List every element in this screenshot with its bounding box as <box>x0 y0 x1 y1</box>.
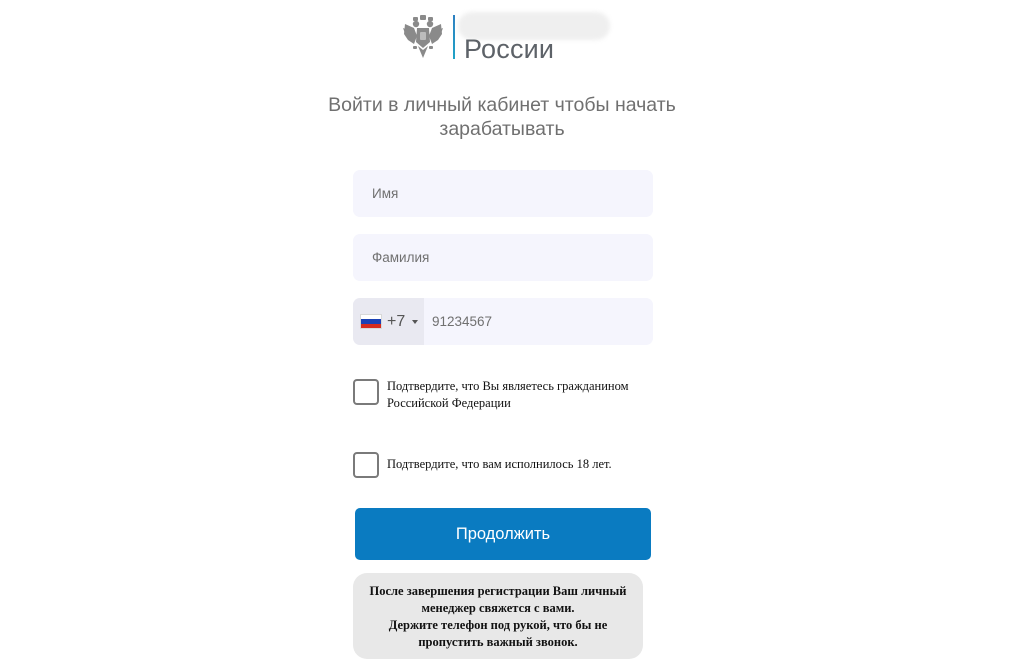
phone-input[interactable] <box>430 313 653 330</box>
phone-field[interactable]: +7 <box>353 298 653 345</box>
last-name-field[interactable] <box>353 234 653 281</box>
age-confirmation: Подтвердите, что вам исполнилось 18 лет. <box>353 452 657 478</box>
age-checkbox[interactable] <box>353 452 379 478</box>
citizen-confirmation: Подтвердите, что Вы являетесь гражданино… <box>353 379 657 412</box>
note-line-1: После завершения регистрации Ваш личный <box>369 584 627 598</box>
registration-note: После завершения регистрации Ваш личный … <box>353 573 643 659</box>
note-line-3: Держите телефон под рукой, что бы не <box>388 618 608 632</box>
citizen-checkbox[interactable] <box>353 379 379 405</box>
russia-flag-icon <box>361 315 381 328</box>
heading-line-2: зарабатывать <box>439 118 565 140</box>
citizen-checkbox-label: Подтвердите, что Вы являетесь гражданино… <box>387 379 629 410</box>
site-logo[interactable]: России <box>402 12 612 66</box>
note-line-4: пропустить важный звонок. <box>418 635 578 649</box>
dial-code: +7 <box>387 312 406 330</box>
logo-text: России <box>464 34 555 64</box>
country-code-select[interactable]: +7 <box>353 298 424 345</box>
phone-input-wrapper[interactable] <box>424 298 653 345</box>
age-checkbox-label: Подтвердите, что вам исполнилось 18 лет. <box>387 457 612 471</box>
first-name-field[interactable] <box>353 170 653 217</box>
first-name-input[interactable] <box>370 185 636 202</box>
last-name-input[interactable] <box>370 249 636 266</box>
logo-divider <box>453 15 455 59</box>
note-line-2: менеджер свяжется с вами. <box>421 601 575 615</box>
registration-page: России Войти в личный кабинет чтобы нача… <box>0 0 1014 672</box>
double-headed-eagle-icon <box>402 14 444 60</box>
heading-line-1: Войти в личный кабинет чтобы начать <box>328 94 676 116</box>
continue-button[interactable]: Продолжить <box>355 508 651 560</box>
page-heading: Войти в личный кабинет чтобы начать зара… <box>300 93 704 141</box>
chevron-down-icon <box>412 319 419 324</box>
